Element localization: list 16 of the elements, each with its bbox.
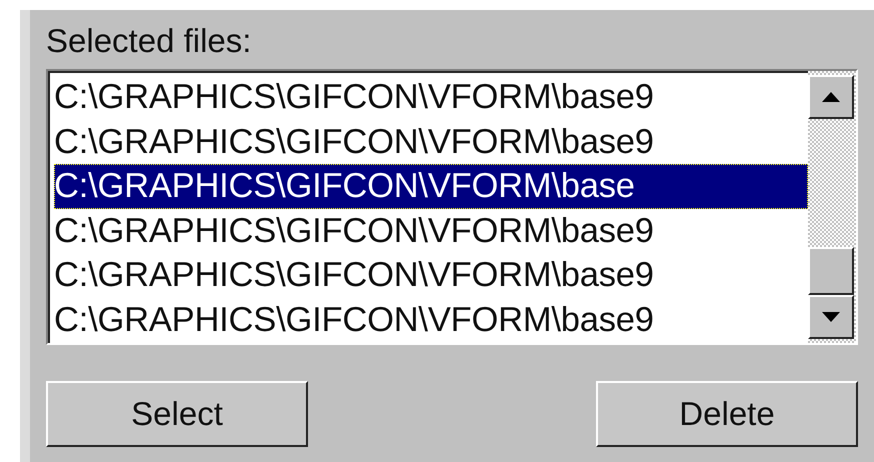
file-list-item[interactable]: C:\GRAPHICS\GIFCON\VFORM\base: [54, 164, 808, 208]
scroll-up-button[interactable]: [808, 75, 854, 119]
file-list-item[interactable]: C:\GRAPHICS\GIFCON\VFORM\base9: [54, 75, 808, 120]
down-arrow-icon: [822, 312, 840, 322]
scroll-down-button[interactable]: [808, 295, 854, 339]
dialog-button[interactable]: Select: [46, 381, 308, 447]
file-list[interactable]: C:\GRAPHICS\GIFCON\VFORM\base9 C:\GRAPHICS\GIFCON\VFORM\base9 C:\GRAPHICS\GIFCON\VFORM\base C:\GRAPHICS\GIFCON\VFORM\base9 C:\GRAPHICS\GIFCON\VFORM\base9 C:\GRAPHICS\GIFCON\VFORM\base9: [46, 69, 858, 345]
file-list-item[interactable]: C:\GRAPHICS\GIFCON\VFORM\base9: [54, 120, 808, 164]
scroll-thumb[interactable]: [808, 247, 854, 295]
scrollbar[interactable]: [808, 71, 856, 343]
file-list-item[interactable]: C:\GRAPHICS\GIFCON\VFORM\base9: [54, 208, 808, 253]
file-list-item[interactable]: C:\GRAPHICS\GIFCON\VFORM\base9: [54, 298, 808, 342]
up-arrow-icon: [822, 92, 840, 102]
list-label: Selected files:: [46, 24, 252, 57]
dialog-button[interactable]: Delete: [596, 381, 858, 447]
file-list-item[interactable]: C:\GRAPHICS\GIFCON\VFORM\base9: [54, 253, 808, 298]
